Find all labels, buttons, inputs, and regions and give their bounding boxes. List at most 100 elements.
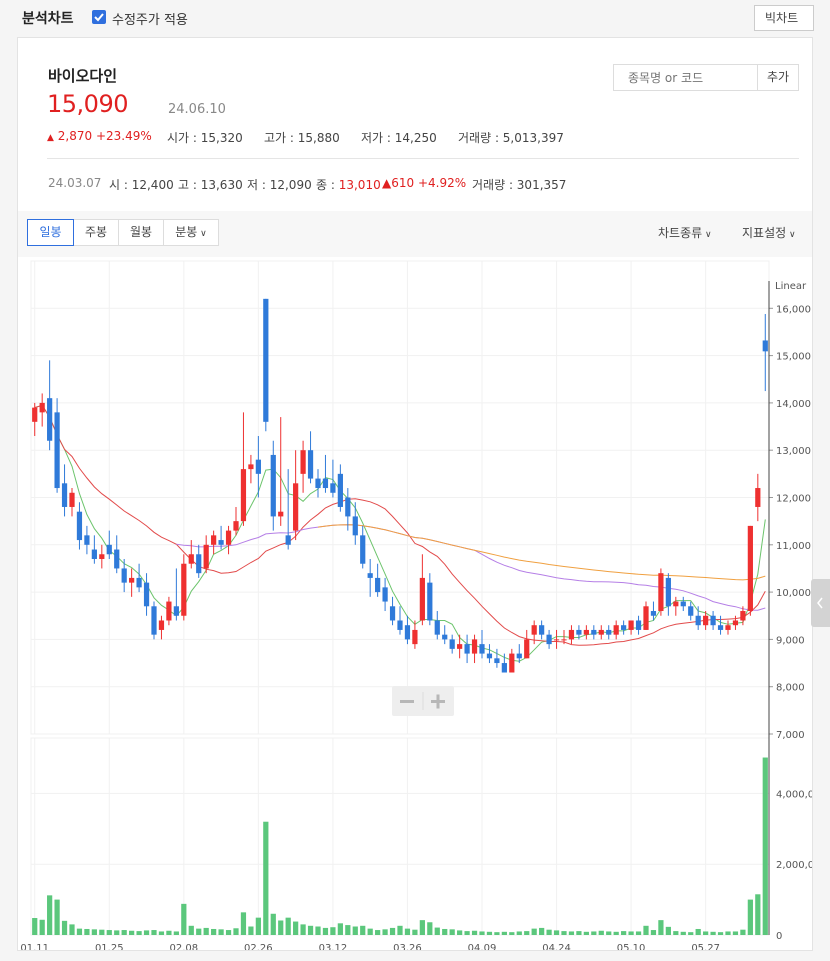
- volume-bar: [211, 928, 217, 935]
- volume-bar: [553, 930, 560, 935]
- candle-body: [84, 535, 90, 545]
- volume-bar: [710, 931, 716, 935]
- candle-body: [621, 625, 627, 630]
- date-tick-label: 04.24: [542, 943, 571, 950]
- volume-tick-label: 4,000,000: [776, 789, 812, 800]
- candle-body: [188, 554, 194, 564]
- candle-body: [479, 644, 485, 654]
- price-change-value: 2,870: [57, 129, 93, 143]
- tab-monthly[interactable]: 월봉: [118, 219, 164, 246]
- stock-chart[interactable]: 7,000 8,000 9,000 10,000 11,000 12,000 13,000 1…: [18, 258, 812, 950]
- check-icon: [94, 13, 104, 22]
- candle-body: [129, 577, 135, 583]
- volume-bar: [136, 931, 142, 935]
- candle-body: [494, 658, 500, 664]
- candle-body: [717, 625, 724, 630]
- zoom-control[interactable]: [392, 686, 454, 716]
- current-price: 15,090: [47, 90, 128, 118]
- volume-bar: [464, 931, 470, 935]
- date-tick-label: 05.10: [617, 943, 646, 950]
- candle-body: [688, 606, 694, 616]
- hover-low-value: 12,090: [269, 178, 312, 192]
- search-input[interactable]: [613, 64, 758, 91]
- candle-body: [583, 629, 589, 635]
- volume-bar: [762, 757, 768, 935]
- candle-body: [114, 549, 120, 569]
- candle-body: [106, 544, 112, 555]
- volume-bar: [32, 918, 38, 935]
- candle-body: [367, 573, 373, 578]
- candle-body: [47, 398, 53, 441]
- add-button[interactable]: 추가: [757, 64, 799, 91]
- price-tick-label: 14,000: [776, 399, 811, 410]
- tab-daily[interactable]: 일봉: [27, 219, 74, 246]
- volume-bar: [412, 929, 418, 935]
- volume-bar: [382, 929, 388, 935]
- volume-bar: [278, 920, 284, 935]
- hover-high-label: 고: [178, 178, 190, 192]
- open-label: 시가: [167, 131, 190, 145]
- candle-body: [710, 615, 716, 626]
- adjusted-price-label[interactable]: 수정주가 적용: [112, 9, 188, 28]
- candle-body: [419, 577, 425, 621]
- open-stat: 시가 : 15,320: [167, 131, 243, 145]
- low-stat: 저가 : 14,250: [361, 131, 437, 145]
- date-tick-label: 02.08: [169, 943, 198, 950]
- candle-body: [136, 577, 142, 588]
- zoom-out-icon[interactable]: [400, 700, 414, 703]
- volume-bar: [755, 894, 761, 935]
- volume-bar: [84, 928, 90, 935]
- candle-body: [598, 629, 604, 635]
- hover-volume-value: 301,357: [516, 178, 567, 192]
- volume-bar: [285, 917, 291, 935]
- candle-body: [322, 478, 329, 489]
- tab-weekly[interactable]: 주봉: [73, 219, 119, 246]
- hover-open-value: 12,400: [131, 178, 174, 192]
- candle-body: [143, 582, 150, 607]
- scale-label: Linear: [775, 281, 807, 292]
- chevron-left-icon: [817, 597, 823, 609]
- volume-bar: [330, 927, 336, 935]
- high-value: 15,880: [297, 131, 340, 145]
- candle-body: [673, 601, 679, 607]
- volume-bar: [628, 931, 634, 935]
- candle-body: [658, 573, 664, 612]
- volume-bar: [635, 931, 642, 935]
- price-tick-label: 11,000: [776, 541, 811, 552]
- hover-low: 저 : 12,090: [247, 178, 312, 192]
- candle-body: [643, 606, 649, 630]
- volume-bar: [143, 930, 150, 935]
- side-panel-handle[interactable]: [811, 579, 830, 627]
- date-tick-label: 05.27: [691, 943, 720, 950]
- candle-body: [457, 644, 463, 649]
- volume-bar: [434, 927, 440, 935]
- volume-bar: [367, 928, 373, 935]
- candle-body: [747, 525, 753, 612]
- candle-body: [628, 620, 634, 630]
- volume-bar: [173, 931, 179, 935]
- candle-body: [225, 530, 232, 545]
- candle-body: [32, 407, 38, 422]
- volume-bar: [583, 931, 589, 935]
- volume-bar: [747, 899, 753, 935]
- big-chart-button[interactable]: 빅차트: [754, 5, 814, 31]
- indicator-dropdown[interactable]: 지표설정 ∨: [742, 224, 796, 241]
- adjusted-price-checkbox[interactable]: [92, 10, 106, 24]
- chart-type-dropdown[interactable]: 차트종류 ∨: [658, 224, 712, 241]
- price-tick-label: 9,000: [776, 635, 805, 646]
- candle-body: [233, 521, 239, 531]
- volume-bar: [673, 931, 679, 935]
- price-tick-label: 8,000: [776, 683, 805, 694]
- low-value: 14,250: [394, 131, 437, 145]
- chevron-down-icon: ∨: [197, 229, 207, 239]
- price-change-pct: +23.49%: [95, 129, 152, 143]
- tab-minute[interactable]: 분봉 ∨: [163, 219, 219, 246]
- candle-body: [486, 653, 493, 659]
- volume-bar: [345, 925, 351, 935]
- candle-body: [173, 606, 179, 616]
- volume-bar: [337, 923, 343, 935]
- volume-stat: 거래량 : 5,013,397: [458, 131, 564, 145]
- candle-body: [166, 601, 172, 621]
- candle-body: [285, 535, 291, 545]
- volume-bar: [479, 931, 485, 935]
